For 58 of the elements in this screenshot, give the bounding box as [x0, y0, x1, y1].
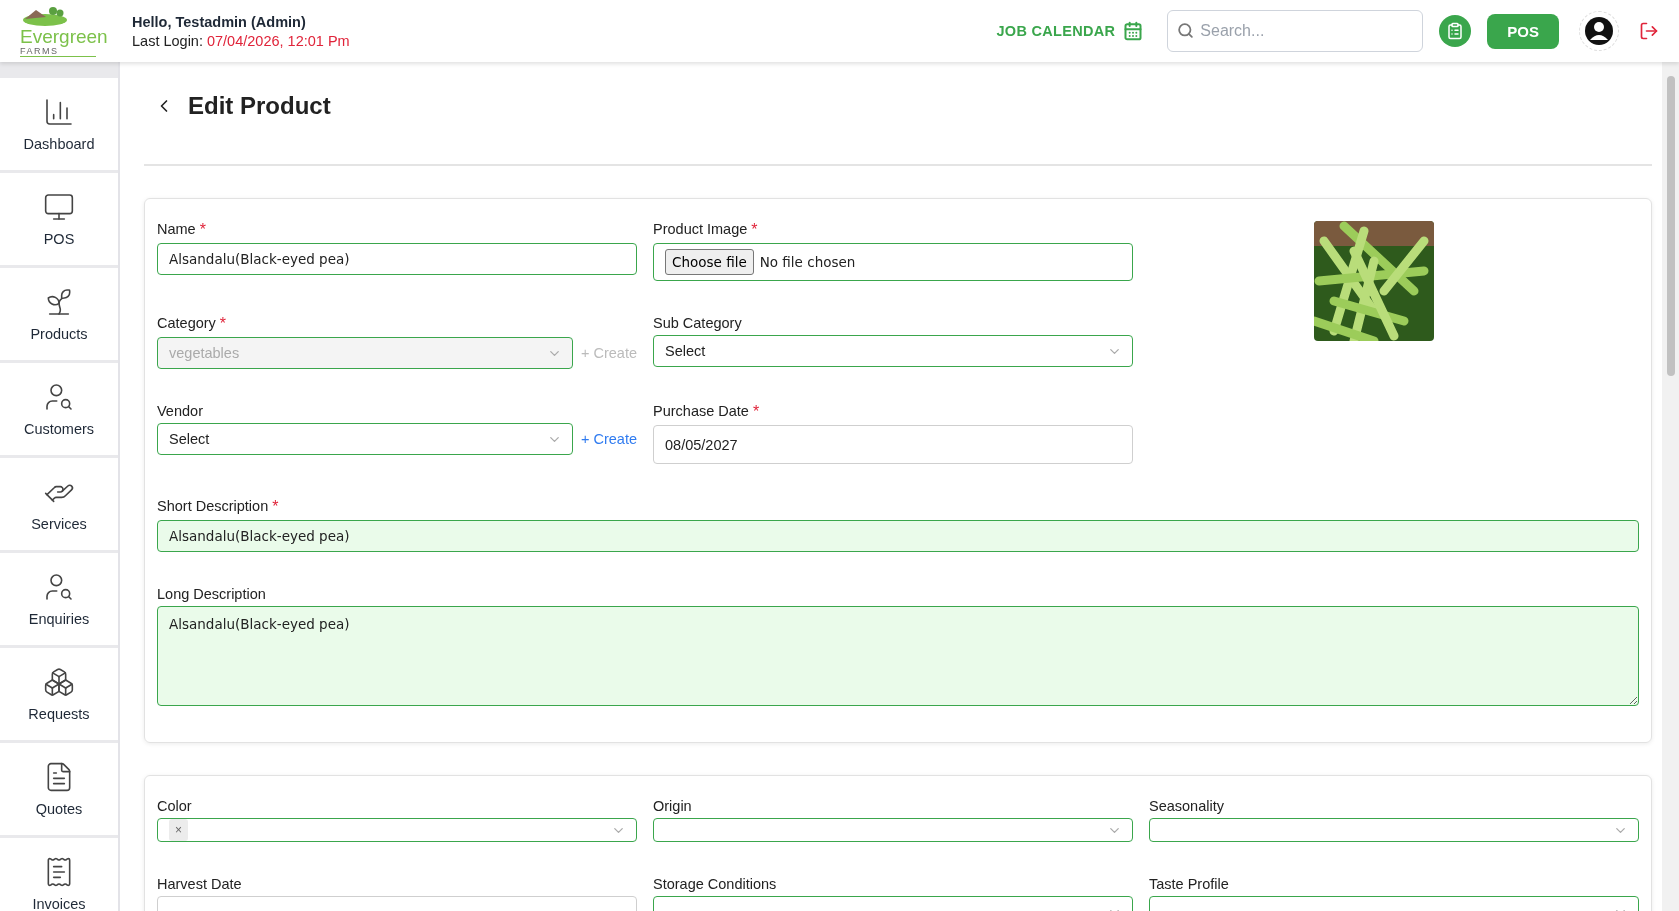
- monitor-icon: [43, 191, 75, 223]
- sidebar-item[interactable]: Quotes: [0, 743, 118, 835]
- field-label: Long Description: [157, 586, 266, 602]
- file-field[interactable]: Choose file No file chosen: [653, 243, 1133, 281]
- sidebar-item[interactable]: POS: [0, 173, 118, 265]
- sidebar-item[interactable]: Invoices: [0, 838, 118, 911]
- required-mark: *: [199, 221, 206, 239]
- create-link[interactable]: + Create: [580, 431, 637, 447]
- last-login-time: 07/04/2026, 12:01 Pm: [206, 32, 350, 49]
- sidebar-item[interactable]: Dashboard: [0, 78, 118, 170]
- field-label: Sub Category: [653, 315, 742, 331]
- scrollbar[interactable]: [1662, 62, 1679, 911]
- search-field[interactable]: Search...: [1167, 10, 1424, 52]
- farm-icon: [20, 5, 70, 27]
- boxes-icon: [43, 666, 75, 698]
- calendar-icon: [1123, 21, 1144, 41]
- select-field[interactable]: [653, 818, 1133, 842]
- field-label: Origin: [653, 798, 692, 814]
- name-field[interactable]: Alsandalu(Black-eyed pea): [157, 243, 637, 275]
- field-label: Short Description: [157, 498, 269, 516]
- greeting: Hello, Testadmin (Admin): [132, 13, 307, 30]
- user-search-icon: [43, 381, 75, 413]
- logo-subtitle: FARMS: [20, 46, 96, 57]
- chip-remove-button[interactable]: ×: [169, 819, 188, 841]
- choose-file-button[interactable]: Choose file: [665, 249, 754, 275]
- field-label: Taste Profile: [1149, 876, 1229, 892]
- field-label: Color: [157, 798, 192, 814]
- field-label: Category: [157, 315, 216, 333]
- sidebar-item[interactable]: Products: [0, 268, 118, 360]
- long-description-field[interactable]: Alsandalu(Black-eyed pea): [157, 606, 1639, 706]
- date-field[interactable]: 08/05/2027: [653, 425, 1133, 464]
- clipboard-icon: [1446, 22, 1465, 40]
- field-label: Product Image: [653, 221, 748, 239]
- user-search-icon: [43, 571, 75, 603]
- required-mark: *: [272, 498, 279, 516]
- field-label: Vendor: [157, 403, 203, 419]
- select-field[interactable]: ×: [157, 818, 637, 842]
- select-field[interactable]: Select: [157, 423, 573, 455]
- required-mark: *: [219, 315, 227, 333]
- field-label: Purchase Date: [653, 403, 749, 421]
- sidebar-item[interactable]: Services: [0, 458, 118, 550]
- notes-button[interactable]: [1439, 15, 1472, 47]
- required-mark: *: [752, 403, 760, 421]
- logout-button[interactable]: [1639, 21, 1659, 41]
- short-description-field[interactable]: Alsandalu(Black-eyed pea): [157, 520, 1639, 552]
- field-label: Name: [157, 221, 196, 239]
- page-title: Edit Product: [188, 92, 331, 120]
- field-label: Seasonality: [1149, 798, 1224, 814]
- sidebar-item[interactable]: Customers: [0, 363, 118, 455]
- field-label: Storage Conditions: [653, 876, 777, 892]
- last-login-label: Last Login:: [132, 32, 203, 49]
- select-field[interactable]: Select: [653, 335, 1133, 367]
- field-label: Harvest Date: [157, 876, 242, 892]
- sidebar-item[interactable]: Requests: [0, 648, 118, 740]
- sidebar-item[interactable]: Enquiries: [0, 553, 118, 645]
- required-mark: *: [751, 221, 758, 239]
- select-field[interactable]: [1149, 818, 1639, 842]
- bar-chart-icon: [43, 96, 75, 128]
